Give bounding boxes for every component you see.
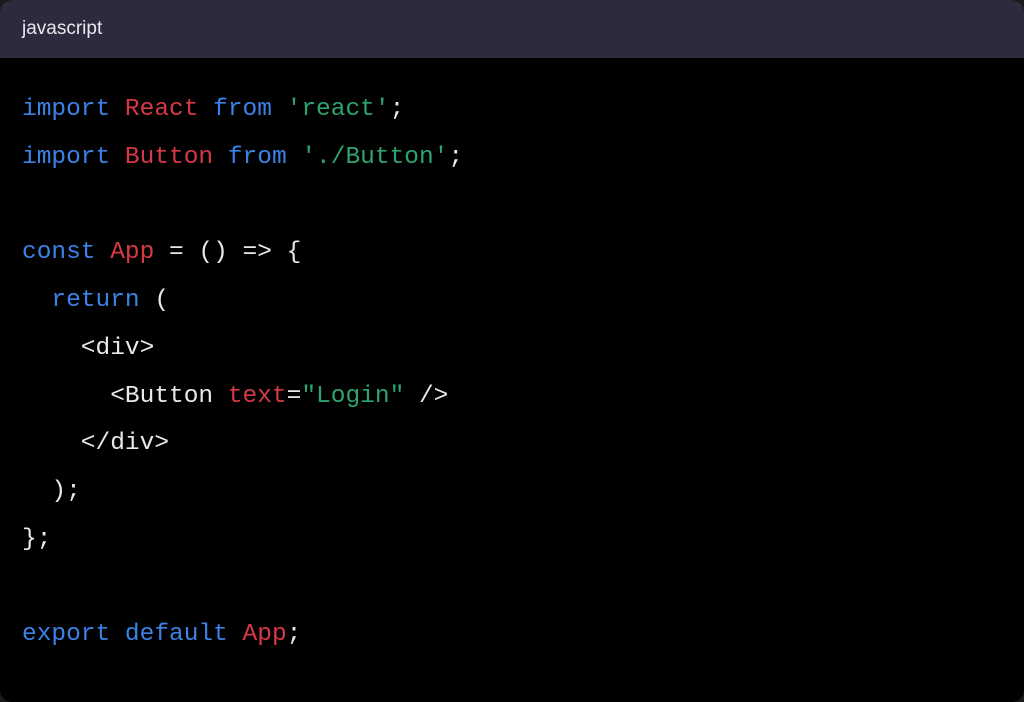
code-line: export default App; <box>22 621 301 648</box>
space <box>213 383 228 410</box>
jsx-tag: /> <box>404 383 448 410</box>
code-block-container: javascript import React from 'react'; im… <box>0 0 1024 702</box>
keyword: import <box>22 144 110 171</box>
string: 'react' <box>287 96 390 123</box>
code-content[interactable]: import React from 'react'; import Button… <box>0 58 1024 687</box>
code-line: <div> <box>22 335 154 362</box>
jsx-tag: <div> <box>22 335 154 362</box>
punctuation: ); <box>22 478 81 505</box>
keyword: const <box>22 239 96 266</box>
punctuation: ; <box>448 144 463 171</box>
code-line: ); <box>22 478 81 505</box>
keyword: return <box>51 287 139 314</box>
code-line: </div> <box>22 430 169 457</box>
punctuation: ( <box>140 287 169 314</box>
punctuation: = <box>287 383 302 410</box>
language-label: javascript <box>22 18 102 39</box>
code-line: import React from 'react'; <box>22 96 404 123</box>
code-header: javascript <box>0 0 1024 58</box>
string: "Login" <box>301 383 404 410</box>
code-line: }; <box>22 526 51 553</box>
jsx-tag: </div> <box>22 430 169 457</box>
punctuation: ; <box>390 96 405 123</box>
code-line: const App = () => { <box>22 239 301 266</box>
keyword: default <box>125 621 228 648</box>
punctuation: ; <box>287 621 302 648</box>
keyword: from <box>213 96 272 123</box>
code-line: import Button from './Button'; <box>22 144 463 171</box>
jsx-attribute: text <box>228 383 287 410</box>
keyword: export <box>22 621 110 648</box>
string: './Button' <box>301 144 448 171</box>
code-line: return ( <box>22 287 169 314</box>
punctuation: }; <box>22 526 51 553</box>
keyword: from <box>228 144 287 171</box>
keyword: import <box>22 96 110 123</box>
indent <box>22 287 51 314</box>
class-name: React <box>125 96 199 123</box>
class-name: Button <box>125 144 213 171</box>
code-line: <Button text="Login" /> <box>22 383 448 410</box>
punctuation: = () => { <box>154 239 301 266</box>
class-name: App <box>243 621 287 648</box>
class-name: App <box>110 239 154 266</box>
jsx-component: Button <box>125 383 213 410</box>
jsx-tag: < <box>22 383 125 410</box>
